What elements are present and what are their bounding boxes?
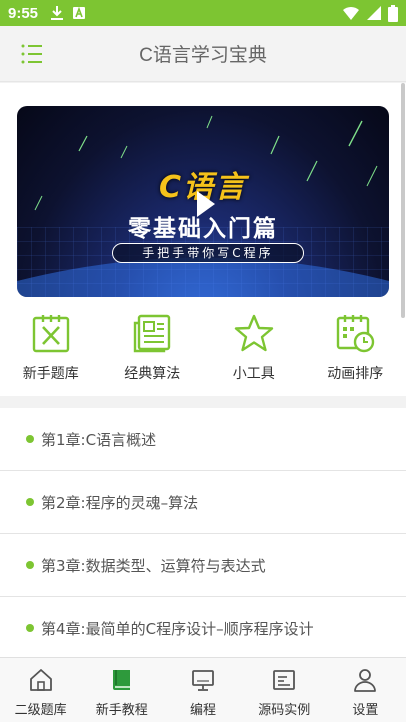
home-icon [29, 669, 52, 691]
main-content[interactable]: C语言 零基础入门篇 手把手带你写C程序 新手题库 经典算法 小工具 动画排序 … [0, 83, 406, 657]
monitor-icon [192, 670, 214, 691]
quick-action-exam[interactable]: 新手题库 [0, 309, 102, 389]
nav-label: 二级题库 [14, 703, 67, 718]
quick-action-tools[interactable]: 小工具 [203, 309, 305, 389]
battery-icon [388, 4, 398, 22]
play-icon[interactable] [195, 189, 217, 219]
quick-actions: 新手题库 经典算法 小工具 动画排序 [0, 309, 406, 389]
nav-item-tutorial[interactable]: 新手教程 [81, 658, 162, 722]
wifi-icon [343, 6, 359, 20]
signal-icon [367, 6, 381, 20]
chapter-title: 第4章:最简单的C程序设计–顺序程序设计 [41, 619, 314, 638]
chapter-title: 第3章:数据类型、运算符与表达式 [41, 556, 266, 575]
status-right-icons [342, 4, 398, 22]
video-banner[interactable]: C语言 零基础入门篇 手把手带你写C程序 [17, 106, 389, 297]
chapter-item[interactable]: 第3章:数据类型、运算符与表达式 [0, 534, 406, 597]
nav-label: 源码实例 [258, 703, 311, 718]
code-window-icon [273, 670, 296, 690]
status-left-icons [50, 5, 86, 21]
section-divider [0, 396, 406, 408]
bullet-dot [26, 498, 34, 506]
status-bar: 9:55 [0, 0, 406, 26]
nav-label: 设置 [352, 703, 379, 718]
nav-item-settings[interactable]: 设置 [325, 658, 406, 722]
nav-item-code-examples[interactable]: 源码实例 [244, 658, 325, 722]
nav-item-programming[interactable]: 编程 [162, 658, 243, 722]
chapter-title: 第2章:程序的灵魂–算法 [41, 493, 199, 512]
star-icon [234, 314, 273, 352]
scrollbar[interactable] [401, 83, 405, 318]
chapter-item[interactable]: 第4章:最简单的C程序设计–顺序程序设计 [0, 597, 406, 657]
status-time: 9:55 [8, 4, 39, 22]
user-icon [354, 669, 377, 692]
quick-action-label: 小工具 [232, 366, 275, 382]
chapter-item[interactable]: 第1章:C语言概述 [0, 408, 406, 471]
exam-icon [32, 315, 69, 353]
document-icon [134, 314, 171, 353]
bullet-dot [26, 624, 34, 632]
bullet-dot [26, 561, 34, 569]
quick-action-label: 动画排序 [327, 366, 384, 382]
book-icon [112, 670, 130, 690]
a-icon [73, 6, 86, 19]
app-bar: C语言学习宝典 [0, 26, 406, 82]
chapter-title: 第1章:C语言概述 [41, 430, 157, 449]
quick-action-label: 新手题库 [22, 366, 79, 382]
quick-action-algorithms[interactable]: 经典算法 [102, 309, 204, 389]
banner-subline: 手把手带你写C程序 [112, 243, 304, 263]
nav-label: 新手教程 [95, 703, 148, 718]
chapter-item[interactable]: 第2章:程序的灵魂–算法 [0, 471, 406, 534]
quick-action-label: 经典算法 [124, 366, 181, 382]
nav-label: 编程 [190, 703, 217, 718]
list-menu-icon[interactable] [20, 42, 44, 66]
bullet-dot [26, 435, 34, 443]
calendar-clock-icon [337, 315, 375, 353]
nav-item-question-bank[interactable]: 二级题库 [0, 658, 81, 722]
download-icon [51, 6, 64, 20]
page-title: C语言学习宝典 [139, 45, 267, 66]
quick-action-animation-sort[interactable]: 动画排序 [305, 309, 406, 389]
bottom-nav: 二级题库 新手教程 编程 源码实例 设置 [0, 657, 406, 722]
chapter-list: 第1章:C语言概述 第2章:程序的灵魂–算法 第3章:数据类型、运算符与表达式 … [0, 408, 406, 657]
